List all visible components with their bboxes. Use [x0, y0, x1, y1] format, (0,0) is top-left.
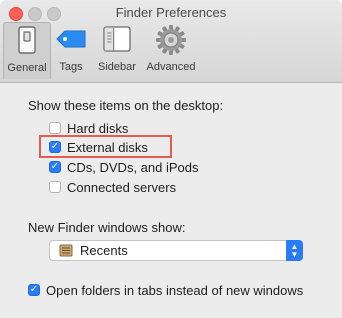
finder-preferences-window: Finder Preferences General Tags Sidebar …: [0, 0, 342, 318]
recents-icon: [59, 244, 73, 257]
tab-sidebar-label: Sidebar: [98, 61, 136, 73]
connected-servers-checkbox[interactable]: [49, 181, 61, 193]
new-window-select[interactable]: Recents ▲ ▼: [49, 240, 303, 261]
checkbox-row-open-in-tabs[interactable]: ✓ Open folders in tabs instead of new wi…: [28, 281, 303, 299]
title-bar: Finder Preferences General Tags Sidebar …: [0, 0, 342, 83]
hard-disks-checkbox[interactable]: [49, 122, 61, 134]
new-window-select-value: Recents: [80, 243, 128, 258]
cds-dvds-ipods-checkbox[interactable]: ✓: [49, 161, 61, 173]
new-window-heading: New Finder windows show:: [28, 220, 186, 235]
window-title: Finder Preferences: [115, 5, 227, 20]
select-stepper-icon[interactable]: ▲ ▼: [286, 240, 303, 261]
tab-advanced[interactable]: Advanced: [143, 22, 199, 78]
checkbox-row-cds-dvds[interactable]: ✓ CDs, DVDs, and iPods: [49, 158, 199, 176]
open-in-tabs-checkbox[interactable]: ✓: [28, 284, 40, 296]
gear-icon: [156, 25, 186, 55]
checkbox-row-connected-servers[interactable]: Connected servers: [49, 178, 176, 196]
open-in-tabs-label: Open folders in tabs instead of new wind…: [46, 282, 304, 298]
tab-general[interactable]: General: [3, 22, 51, 79]
connected-servers-label: Connected servers: [67, 179, 177, 195]
tag-icon: [56, 30, 86, 48]
tab-general-label: General: [7, 62, 47, 74]
cds-dvds-ipods-label: CDs, DVDs, and iPods: [67, 159, 199, 175]
tab-sidebar[interactable]: Sidebar: [94, 22, 140, 78]
sidebar-icon: [103, 26, 131, 52]
hard-disks-label: Hard disks: [67, 120, 129, 136]
tab-tags-label: Tags: [59, 61, 83, 73]
tab-advanced-label: Advanced: [146, 61, 196, 73]
desktop-items-heading: Show these items on the desktop:: [28, 98, 224, 113]
highlight-annotation-box: [39, 135, 172, 158]
tab-tags[interactable]: Tags: [52, 22, 90, 78]
general-switch-icon: [18, 26, 36, 54]
